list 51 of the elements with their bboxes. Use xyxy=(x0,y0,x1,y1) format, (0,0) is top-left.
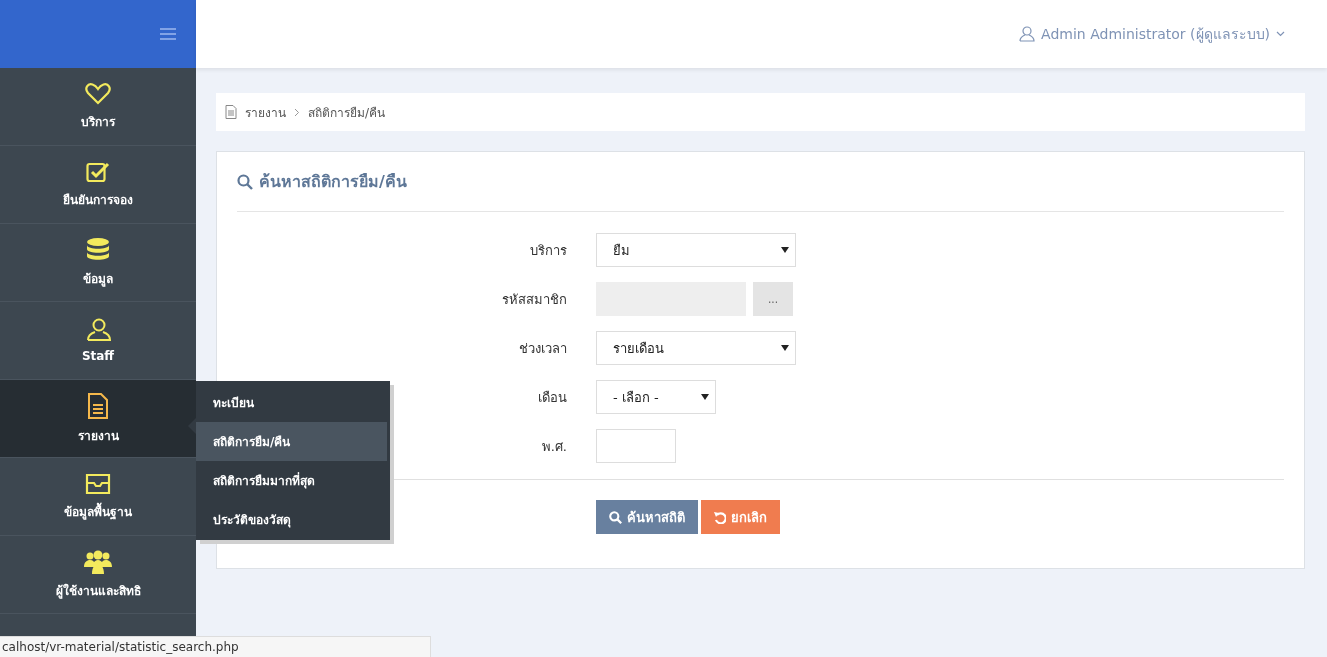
submenu-item[interactable]: ทะเบียน xyxy=(196,383,387,422)
sidebar-label: ผู้ใช้งานและสิทธิ xyxy=(55,582,141,600)
lookup-button[interactable]: ... xyxy=(753,282,793,316)
dropdown-value: - เลือก - xyxy=(613,388,659,407)
dropdown-value: ยืม xyxy=(613,241,630,260)
sidebar-label: บริการ xyxy=(81,113,115,131)
dropdown-field[interactable]: - เลือก - xyxy=(596,380,716,414)
database-icon xyxy=(86,237,110,262)
search-icon xyxy=(237,173,253,190)
dropdown-value: รายเดือน xyxy=(613,339,664,358)
field-label: เดือน xyxy=(537,388,568,407)
caret-icon xyxy=(781,247,789,253)
panel-title: ค้นหาสถิติการยืม/คืน xyxy=(259,171,407,193)
search-icon xyxy=(609,510,622,524)
group-icon xyxy=(84,549,112,574)
inbox-icon xyxy=(85,472,111,495)
document-icon xyxy=(225,105,237,119)
chevron-right-icon xyxy=(294,107,300,117)
sidebar-label: ยืนยันการจอง xyxy=(63,191,133,209)
breadcrumb-item[interactable]: รายงาน xyxy=(245,102,286,122)
sidebar-item[interactable]: รายงาน xyxy=(0,380,196,458)
sidebar-item[interactable]: ข้อมูล xyxy=(0,224,196,302)
field-label: บริการ xyxy=(529,241,568,260)
menu-icon[interactable] xyxy=(160,28,176,40)
heart-icon xyxy=(85,82,111,105)
sidebar-label: ข้อมูล xyxy=(83,270,113,288)
sidebar-item[interactable]: ผู้ใช้งานและสิทธิ xyxy=(0,536,196,614)
sidebar-label: รายงาน xyxy=(77,427,119,445)
field-label: พ.ศ. xyxy=(540,437,568,456)
sidebar-item[interactable]: บริการ xyxy=(0,68,196,146)
search-button[interactable]: ค้นหาสถิติ xyxy=(596,500,698,534)
sidebar-label: ข้อมูลพื้นฐาน xyxy=(64,501,132,521)
caret-icon xyxy=(701,394,709,400)
dropdown-field[interactable]: ยืม xyxy=(596,233,796,267)
document-icon xyxy=(87,392,109,419)
submenu-item[interactable]: สถิติการยืม/คืน xyxy=(196,422,387,461)
sidebar-label: Staff xyxy=(81,349,115,363)
field-label: รหัสสมาชิก xyxy=(501,290,568,309)
input-field[interactable] xyxy=(596,429,676,463)
checkbox-icon xyxy=(86,160,110,183)
submenu-item[interactable]: สถิติการยืมมากที่สุด xyxy=(196,461,387,500)
user-icon xyxy=(1019,26,1036,42)
dropdown-field[interactable]: รายเดือน xyxy=(596,331,796,365)
submenu-item[interactable]: ประวัติของวัสดุ xyxy=(196,500,387,539)
undo-icon xyxy=(714,510,726,524)
field-label: ช่วงเวลา xyxy=(518,339,568,358)
breadcrumb-item: สถิติการยืม/คืน xyxy=(308,104,386,122)
chevron-down-icon xyxy=(1276,31,1285,37)
caret-icon xyxy=(781,345,789,351)
status-url: calhost/vr-material/statistic_search.php xyxy=(0,636,431,657)
sidebar-item[interactable]: ยืนยันการจอง xyxy=(0,146,196,224)
